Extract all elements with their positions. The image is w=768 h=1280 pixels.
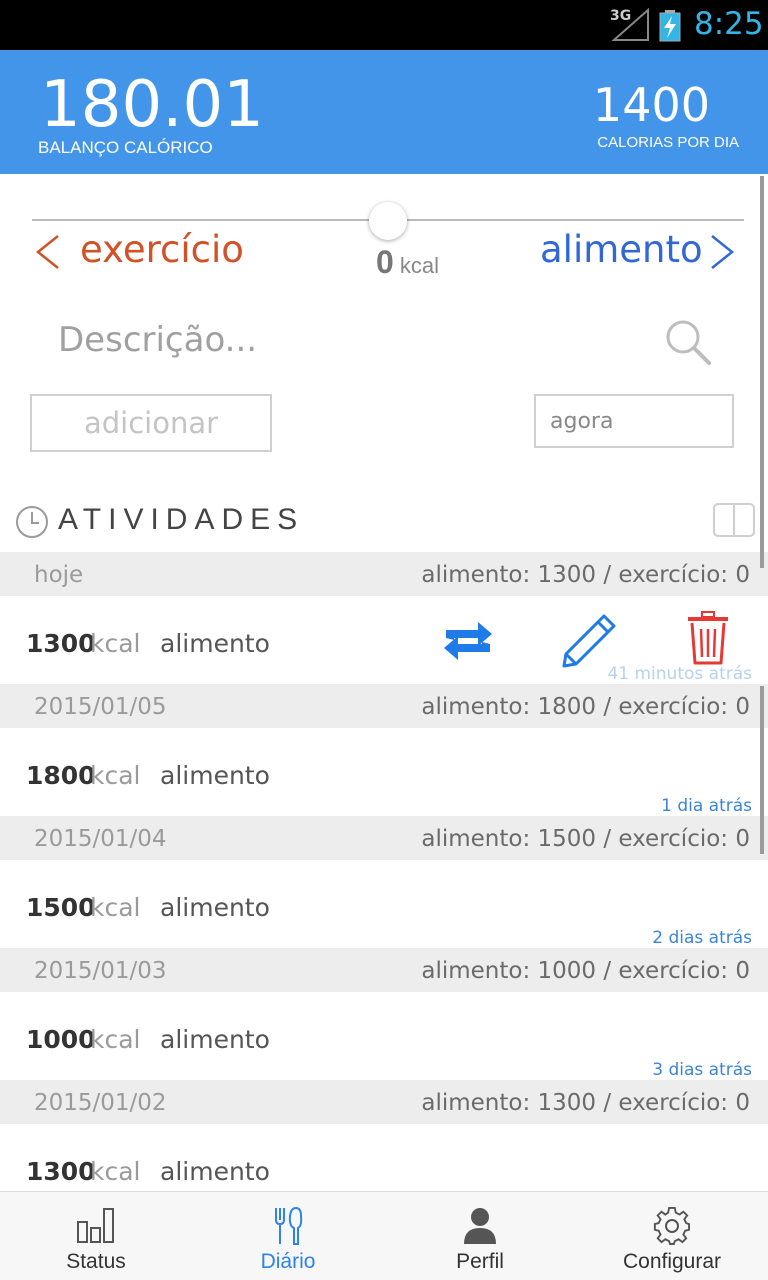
entry-kcal-unit: kcal: [90, 761, 141, 790]
book-icon[interactable]: [712, 502, 756, 538]
clock-time: 8:25: [694, 6, 764, 42]
entry-kcal-unit: kcal: [90, 629, 141, 658]
activity-entry[interactable]: 1500 kcal alimento 2 dias atrás: [0, 860, 768, 948]
activity-list: hoje alimento: 1300 / exercício: 0 1300 …: [0, 552, 768, 1212]
entry-kcal-unit: kcal: [90, 1157, 141, 1186]
exercise-toggle[interactable]: exercício: [80, 228, 244, 271]
nav-label: Perfil: [456, 1250, 504, 1273]
activity-entry[interactable]: 1800 kcal alimento 1 dia atrás: [0, 728, 768, 816]
status-bar: 3G 8:25: [0, 0, 768, 50]
day-summary: alimento: 1300 / exercício: 0: [421, 1090, 750, 1116]
calorie-balance-value: 180.01: [40, 68, 264, 142]
calorie-balance-label: BALANÇO CALÓRICO: [38, 138, 213, 157]
kcal-unit: kcal: [399, 253, 440, 278]
time-field[interactable]: agora: [534, 394, 734, 448]
entry-kcal-unit: kcal: [90, 893, 141, 922]
day-date: hoje: [34, 562, 84, 588]
entry-type: alimento: [160, 629, 270, 658]
entry-type: alimento: [160, 1025, 270, 1054]
day-header: 2015/01/03 alimento: 1000 / exercício: 0: [0, 948, 768, 992]
entry-type: alimento: [160, 893, 270, 922]
entry-kcal-value: 1500: [26, 893, 96, 922]
nav-label: Diário: [260, 1250, 316, 1273]
day-header: 2015/01/02 alimento: 1300 / exercício: 0: [0, 1080, 768, 1124]
fork-knife-icon: [275, 1206, 303, 1245]
battery-charging-icon: [659, 10, 681, 42]
nav-settings[interactable]: Configurar: [576, 1192, 768, 1280]
entry-kcal-value: 1000: [26, 1025, 96, 1054]
activity-entry[interactable]: 1000 kcal alimento 3 dias atrás: [0, 992, 768, 1080]
calorie-header: 180.01 BALANÇO CALÓRICO 1400 CALORIAS PO…: [0, 50, 768, 174]
day-date: 2015/01/05: [34, 694, 167, 720]
entry-kcal-unit: kcal: [90, 1025, 141, 1054]
nav-label: Configurar: [622, 1250, 722, 1273]
day-header: 2015/01/05 alimento: 1800 / exercício: 0: [0, 684, 768, 728]
day-header: hoje alimento: 1300 / exercício: 0: [0, 552, 768, 596]
day-date: 2015/01/04: [34, 826, 167, 852]
entry-kcal-value: 1300: [26, 1157, 96, 1186]
entry-kcal-value: 1800: [26, 761, 96, 790]
day-summary: alimento: 1500 / exercício: 0: [421, 826, 750, 852]
nav-profile[interactable]: Perfil: [384, 1192, 576, 1280]
edit-pencil-icon[interactable]: [560, 612, 618, 670]
repeat-icon[interactable]: [438, 616, 498, 666]
bottom-nav: Status Diário Perfil Configurar: [0, 1191, 768, 1280]
person-icon: [464, 1208, 496, 1244]
description-input[interactable]: [58, 315, 578, 365]
entry-time-ago: 2 dias atrás: [652, 928, 752, 948]
nav-diary[interactable]: Diário: [192, 1192, 384, 1280]
app-root: 3G 8:25 180.01 BALANÇO CALÓRICO 1400 CAL…: [0, 0, 768, 1280]
day-summary: alimento: 1800 / exercício: 0: [421, 694, 750, 720]
search-icon[interactable]: [664, 318, 712, 366]
day-date: 2015/01/03: [34, 958, 167, 984]
signal-icon: [611, 8, 649, 41]
nav-status[interactable]: Status: [0, 1192, 192, 1280]
entry-type: alimento: [160, 761, 270, 790]
chevron-right-icon[interactable]: [708, 234, 738, 270]
entry-time-ago: 3 dias atrás: [652, 1060, 752, 1080]
add-button[interactable]: adicionar: [30, 394, 272, 452]
daily-calories-value: 1400: [592, 78, 710, 132]
trash-icon[interactable]: [686, 611, 730, 665]
day-summary: alimento: 1000 / exercício: 0: [421, 958, 750, 984]
bar-chart-icon: [77, 1208, 114, 1243]
gear-icon: [653, 1206, 691, 1245]
activities-title: ATIVIDADES: [58, 503, 305, 536]
food-toggle[interactable]: alimento: [540, 228, 703, 271]
day-date: 2015/01/02: [34, 1090, 167, 1116]
activity-entry[interactable]: 1300 kcal alimento 41 minutos atrás: [0, 596, 768, 684]
kcal-amount: 0: [376, 244, 394, 280]
scrollbar[interactable]: [760, 176, 764, 568]
day-summary: alimento: 1300 / exercício: 0: [421, 562, 750, 588]
scrollbar[interactable]: [760, 686, 764, 854]
entry-type: alimento: [160, 1157, 270, 1186]
kcal-slider-thumb[interactable]: [369, 202, 407, 240]
nav-label: Status: [66, 1250, 126, 1273]
kcal-readout: 0 kcal: [376, 244, 439, 281]
entry-kcal-value: 1300: [26, 629, 96, 658]
day-header: 2015/01/04 alimento: 1500 / exercício: 0: [0, 816, 768, 860]
chevron-left-icon[interactable]: [32, 234, 62, 270]
clock-icon: [16, 506, 48, 538]
entry-time-ago: 41 minutos atrás: [607, 664, 752, 684]
entry-time-ago: 1 dia atrás: [661, 796, 752, 816]
daily-calories-label: CALORIAS POR DIA: [597, 134, 739, 151]
